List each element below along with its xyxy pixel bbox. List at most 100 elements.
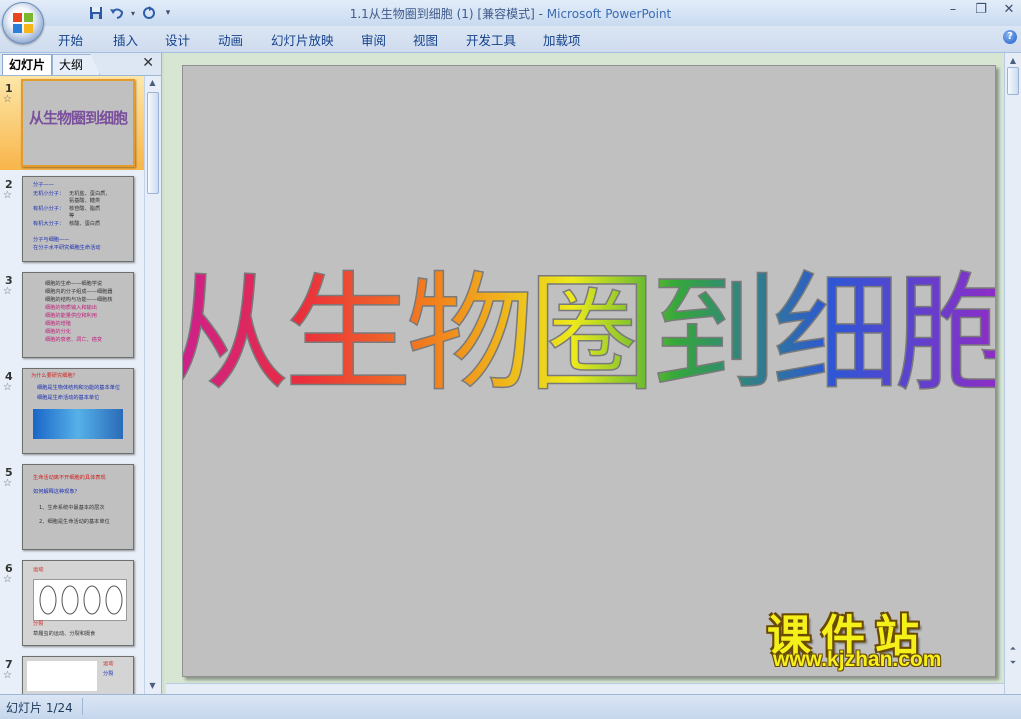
slide-thumbnail[interactable]: 运动 分裂 xyxy=(22,656,134,694)
scroll-up-icon[interactable]: ▲ xyxy=(147,78,158,89)
slide-thumb-row[interactable]: 1 ☆ 从生物圈到细胞 xyxy=(0,76,144,170)
thumb-text: 为什么要研究细胞？ xyxy=(31,373,78,379)
horizontal-scrollbar[interactable] xyxy=(166,683,1007,694)
thumb-text: 核酸、蛋白质 xyxy=(69,221,101,227)
thumb-text: 细胞内的分子组成——细胞器 xyxy=(45,289,113,295)
transition-star-icon: ☆ xyxy=(3,478,12,489)
title-bar: ▾ ▾ 1.1从生物圈到细胞 (1) [兼容模式] - Microsoft Po… xyxy=(0,0,1021,26)
thumb-title: 从生物圈到细胞 xyxy=(28,109,128,127)
thumb-text: 细胞是生命活动的基本单位 xyxy=(37,395,100,401)
slide-thumb-row[interactable]: 3 ☆ 细胞的生命——细胞学说 细胞内的分子组成——细胞器 细胞的结构与功能——… xyxy=(0,268,144,362)
minimize-icon[interactable]: – xyxy=(945,1,961,17)
thumb-image xyxy=(27,661,97,691)
thumb-text: 细胞的物质输入和输出 xyxy=(45,305,97,311)
tab-review[interactable]: 审阅 xyxy=(361,30,386,49)
transition-star-icon: ☆ xyxy=(3,670,12,681)
slide-thumbnail[interactable]: 细胞的生命——细胞学说 细胞内的分子组成——细胞器 细胞的结构与功能——细胞核 … xyxy=(22,272,134,358)
status-bar: 幻灯片 1/24 xyxy=(0,694,1021,719)
thumb-image xyxy=(33,579,127,621)
thumb-text: 草履虫的运动、分裂和摄食 xyxy=(33,631,96,637)
restore-icon[interactable]: ❐ xyxy=(973,1,989,17)
watermark: 课件站 www.kjzhan.com xyxy=(767,600,997,671)
thumb-text: 分裂 xyxy=(33,621,44,627)
tab-view[interactable]: 视图 xyxy=(413,30,438,49)
status-divider xyxy=(82,698,83,715)
thumb-image xyxy=(33,409,123,439)
scroll-down-icon[interactable]: ▼ xyxy=(147,681,158,692)
scroll-up-icon[interactable]: ▲ xyxy=(1007,55,1019,67)
tab-addins[interactable]: 加载项 xyxy=(543,30,581,49)
app-name: Microsoft PowerPoint xyxy=(546,7,672,21)
slide-thumbnail[interactable]: 为什么要研究细胞？ 细胞是生物体结构和功能的基本单位 细胞是生命活动的基本单位 xyxy=(22,368,134,454)
thumb-text: 在分子水平研究细胞生命活动 xyxy=(33,245,101,251)
tab-animations[interactable]: 动画 xyxy=(218,30,243,49)
thumb-text: 无机小分子： xyxy=(33,191,65,197)
thumb-text: 运动 xyxy=(103,661,114,667)
thumb-text: 有机大分子： xyxy=(33,221,65,227)
thumb-text: 细胞的能量供应和利用 xyxy=(45,313,97,319)
close-pane-icon[interactable]: ✕ xyxy=(142,55,154,71)
thumb-text: 细胞的增殖 xyxy=(45,321,71,327)
thumb-text: 如何解释这种现象？ xyxy=(33,489,80,495)
tab-outline[interactable]: 大纲 xyxy=(52,54,101,75)
thumb-text: 细胞的分化 xyxy=(45,329,71,335)
ribbon-tabs: 开始 插入 设计 动画 幻灯片放映 审阅 视图 开发工具 加载项 ? xyxy=(0,26,1021,53)
thumb-text: 核苷酸、脂质 xyxy=(69,206,101,212)
thumb-text: 无机盐、蛋白质、 xyxy=(69,191,111,197)
thumb-text: 分裂 xyxy=(103,671,114,677)
slide-title-wordart[interactable]: 从生物圈到细胞 xyxy=(183,66,995,676)
transition-star-icon: ☆ xyxy=(3,94,12,105)
thumb-text: 分子与细胞—— xyxy=(33,237,70,243)
slides-pane: 幻灯片 大纲 ✕ 1 ☆ 从生物圈到细胞 2 ☆ 分子—— 无机小分子： 有机小… xyxy=(0,53,162,694)
document-title: 1.1从生物圈到细胞 (1) [兼容模式] - xyxy=(349,7,547,21)
transition-star-icon: ☆ xyxy=(3,382,12,393)
thumb-text: 1、生命系统中最基本的层次 xyxy=(39,505,105,511)
transition-star-icon: ☆ xyxy=(3,190,12,201)
thumb-text: 生命活动离不开细胞的具体表现 xyxy=(33,475,106,481)
tab-slides[interactable]: 幻灯片 xyxy=(2,54,53,75)
slide-thumb-row[interactable]: 5 ☆ 生命活动离不开细胞的具体表现 如何解释这种现象？ 1、生命系统中最基本的… xyxy=(0,460,144,554)
window-controls: – ❐ ✕ xyxy=(945,1,1017,17)
tab-insert[interactable]: 插入 xyxy=(113,30,138,49)
close-icon[interactable]: ✕ xyxy=(1001,1,1017,17)
office-logo-icon xyxy=(13,13,33,33)
scrollbar-thumb[interactable] xyxy=(1007,67,1019,95)
previous-slide-icon[interactable]: ⏶ xyxy=(1007,643,1019,655)
transition-star-icon: ☆ xyxy=(3,574,12,585)
thumb-text: 细胞的衰老、凋亡、癌变 xyxy=(45,337,103,343)
slide-scrollbar[interactable]: ▲ ⏶ ⏷ xyxy=(1004,53,1021,694)
thumb-text: 氨基酸、糖类 xyxy=(69,198,101,204)
slide-counter: 幻灯片 1/24 xyxy=(6,701,73,715)
thumb-text: 细胞的生命——细胞学说 xyxy=(45,281,103,287)
thumb-text: 有机小分子： xyxy=(33,206,65,212)
slide-canvas: 从生物圈到细胞 xyxy=(164,53,1007,694)
help-icon[interactable]: ? xyxy=(1003,30,1017,44)
thumb-text: 细胞是生物体结构和功能的基本单位 xyxy=(37,385,121,391)
slide-thumbnail[interactable]: 从生物圈到细胞 xyxy=(21,79,135,167)
slide-thumb-row[interactable]: 6 ☆ 运动 分裂 草履虫的运动、分裂和摄食 xyxy=(0,556,144,650)
slide-thumb-row[interactable]: 7 ☆ 运动 分裂 xyxy=(0,652,144,694)
thumb-text: 细胞的结构与功能——细胞核 xyxy=(45,297,113,303)
slide-thumbnail[interactable]: 运动 分裂 草履虫的运动、分裂和摄食 xyxy=(22,560,134,646)
slide-title-text: 从生物圈到细胞 xyxy=(183,260,995,409)
transition-star-icon: ☆ xyxy=(3,286,12,297)
thumb-text: 分子—— xyxy=(33,182,54,188)
current-slide[interactable]: 从生物圈到细胞 xyxy=(182,65,996,677)
tab-developer[interactable]: 开发工具 xyxy=(466,30,516,49)
window-title: 1.1从生物圈到细胞 (1) [兼容模式] - Microsoft PowerP… xyxy=(0,5,1021,22)
tab-home[interactable]: 开始 xyxy=(58,30,83,49)
slide-editor: 从生物圈到细胞 ▲ ⏶ ⏷ 课件站 www.kjzhan.com xyxy=(162,53,1021,694)
slide-thumb-row[interactable]: 2 ☆ 分子—— 无机小分子： 有机小分子： 有机大分子： 分子与细胞—— 在分… xyxy=(0,172,144,266)
slide-thumb-row[interactable]: 4 ☆ 为什么要研究细胞？ 细胞是生物体结构和功能的基本单位 细胞是生命活动的基… xyxy=(0,364,144,458)
tab-slideshow[interactable]: 幻灯片放映 xyxy=(271,30,334,49)
tab-design[interactable]: 设计 xyxy=(165,30,190,49)
slide-thumbnail[interactable]: 分子—— 无机小分子： 有机小分子： 有机大分子： 分子与细胞—— 在分子水平研… xyxy=(22,176,134,262)
thumb-text: 运动 xyxy=(33,567,44,573)
slide-thumbnails: 1 ☆ 从生物圈到细胞 2 ☆ 分子—— 无机小分子： 有机小分子： 有机大分子… xyxy=(0,76,144,694)
scrollbar-thumb[interactable] xyxy=(147,92,159,194)
slide-thumbnail[interactable]: 生命活动离不开细胞的具体表现 如何解释这种现象？ 1、生命系统中最基本的层次 2… xyxy=(22,464,134,550)
office-button[interactable] xyxy=(2,2,44,44)
pane-tabs: 幻灯片 大纲 ✕ xyxy=(0,53,161,76)
thumbnails-scrollbar[interactable]: ▲ ▼ xyxy=(144,76,161,694)
next-slide-icon[interactable]: ⏷ xyxy=(1007,657,1019,669)
